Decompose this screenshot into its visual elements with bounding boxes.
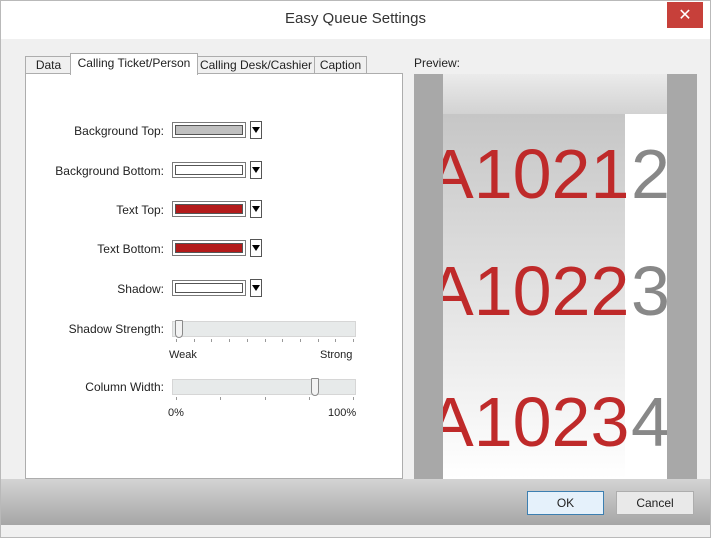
- tab-data[interactable]: Data: [25, 56, 72, 74]
- background-top-dropdown-button[interactable]: [250, 121, 262, 139]
- preview-ticket-number: A1023: [443, 383, 630, 461]
- column-width-min-label: 0%: [168, 407, 184, 419]
- slider-tick: [246, 339, 248, 342]
- preview-row: A1021 2: [443, 129, 667, 219]
- preview-ticket-number: A1022: [443, 252, 630, 330]
- title-bar: Easy Queue Settings ✕: [1, 1, 710, 39]
- slider-tick: [353, 397, 354, 400]
- preview-label: Preview:: [414, 56, 461, 70]
- slider-tick: [335, 339, 337, 342]
- shadow-color-picker[interactable]: [172, 280, 246, 296]
- tab-calling-desk-cashier[interactable]: Calling Desk/Cashier: [196, 56, 316, 74]
- shadow-label: Shadow:: [117, 282, 164, 296]
- text-top-color-picker[interactable]: [172, 201, 246, 217]
- slider-tick: [193, 339, 195, 342]
- preview-row: A1022 3: [443, 246, 667, 336]
- preview-header-band: [443, 74, 667, 114]
- preview-desk-number: 3: [631, 252, 667, 330]
- text-bottom-label: Text Bottom:: [97, 242, 164, 256]
- preview-area: A1021 2 A1022 3 A1023 4: [414, 74, 697, 479]
- slider-tick: [176, 397, 177, 400]
- slider-tick: [176, 339, 177, 342]
- slider-tick: [220, 397, 222, 400]
- background-bottom-dropdown-button[interactable]: [250, 161, 262, 179]
- window-title: Easy Queue Settings: [285, 10, 426, 27]
- shadow-strength-min-label: Weak: [169, 349, 197, 361]
- text-top-label: Text Top:: [116, 203, 164, 217]
- background-top-swatch: [175, 125, 243, 135]
- shadow-dropdown-button[interactable]: [250, 279, 262, 297]
- settings-panel: Background Top: Background Bottom: Text …: [25, 73, 403, 479]
- shadow-strength-slider-thumb[interactable]: [175, 320, 183, 338]
- text-bottom-color-picker[interactable]: [172, 240, 246, 256]
- background-bottom-swatch: [175, 165, 243, 175]
- slider-tick: [264, 339, 266, 342]
- slider-tick: [229, 339, 231, 342]
- slider-tick: [317, 339, 319, 342]
- slider-tick: [264, 397, 266, 400]
- background-top-label: Background Top:: [74, 124, 164, 138]
- preview-desk-number: 2: [631, 135, 667, 213]
- shadow-swatch: [175, 283, 243, 293]
- shadow-strength-slider[interactable]: [172, 320, 356, 338]
- background-top-color-picker[interactable]: [172, 122, 246, 138]
- text-bottom-dropdown-button[interactable]: [250, 239, 262, 257]
- cancel-button[interactable]: Cancel: [616, 491, 694, 515]
- close-button[interactable]: ✕: [667, 2, 703, 28]
- column-width-label: Column Width:: [85, 380, 164, 394]
- shadow-strength-label: Shadow Strength:: [68, 322, 164, 336]
- background-bottom-label: Background Bottom:: [55, 164, 164, 178]
- preview-ticket-number: A1021: [443, 135, 630, 213]
- ok-button[interactable]: OK: [527, 491, 604, 515]
- close-icon: ✕: [678, 5, 692, 24]
- column-width-ticks: [176, 397, 354, 401]
- column-width-slider-thumb[interactable]: [311, 378, 319, 396]
- preview-desk-number: 4: [631, 383, 667, 461]
- slider-tick: [282, 339, 284, 342]
- preview-row: A1023 4: [443, 377, 667, 467]
- slider-tick: [211, 339, 213, 342]
- text-bottom-swatch: [175, 243, 243, 253]
- slider-tick: [353, 339, 354, 342]
- shadow-strength-ticks: [176, 339, 354, 343]
- slider-tick: [299, 339, 301, 342]
- column-width-max-label: 100%: [328, 407, 357, 419]
- column-width-slider[interactable]: [172, 378, 356, 396]
- tab-calling-ticket-person[interactable]: Calling Ticket/Person: [70, 53, 198, 75]
- shadow-strength-max-label: Strong: [320, 349, 353, 361]
- text-top-swatch: [175, 204, 243, 214]
- text-top-dropdown-button[interactable]: [250, 200, 262, 218]
- tab-caption[interactable]: Caption: [314, 56, 367, 74]
- settings-window: Easy Queue Settings ✕ Data Calling Ticke…: [0, 0, 711, 538]
- background-bottom-color-picker[interactable]: [172, 162, 246, 178]
- slider-tick: [308, 397, 310, 400]
